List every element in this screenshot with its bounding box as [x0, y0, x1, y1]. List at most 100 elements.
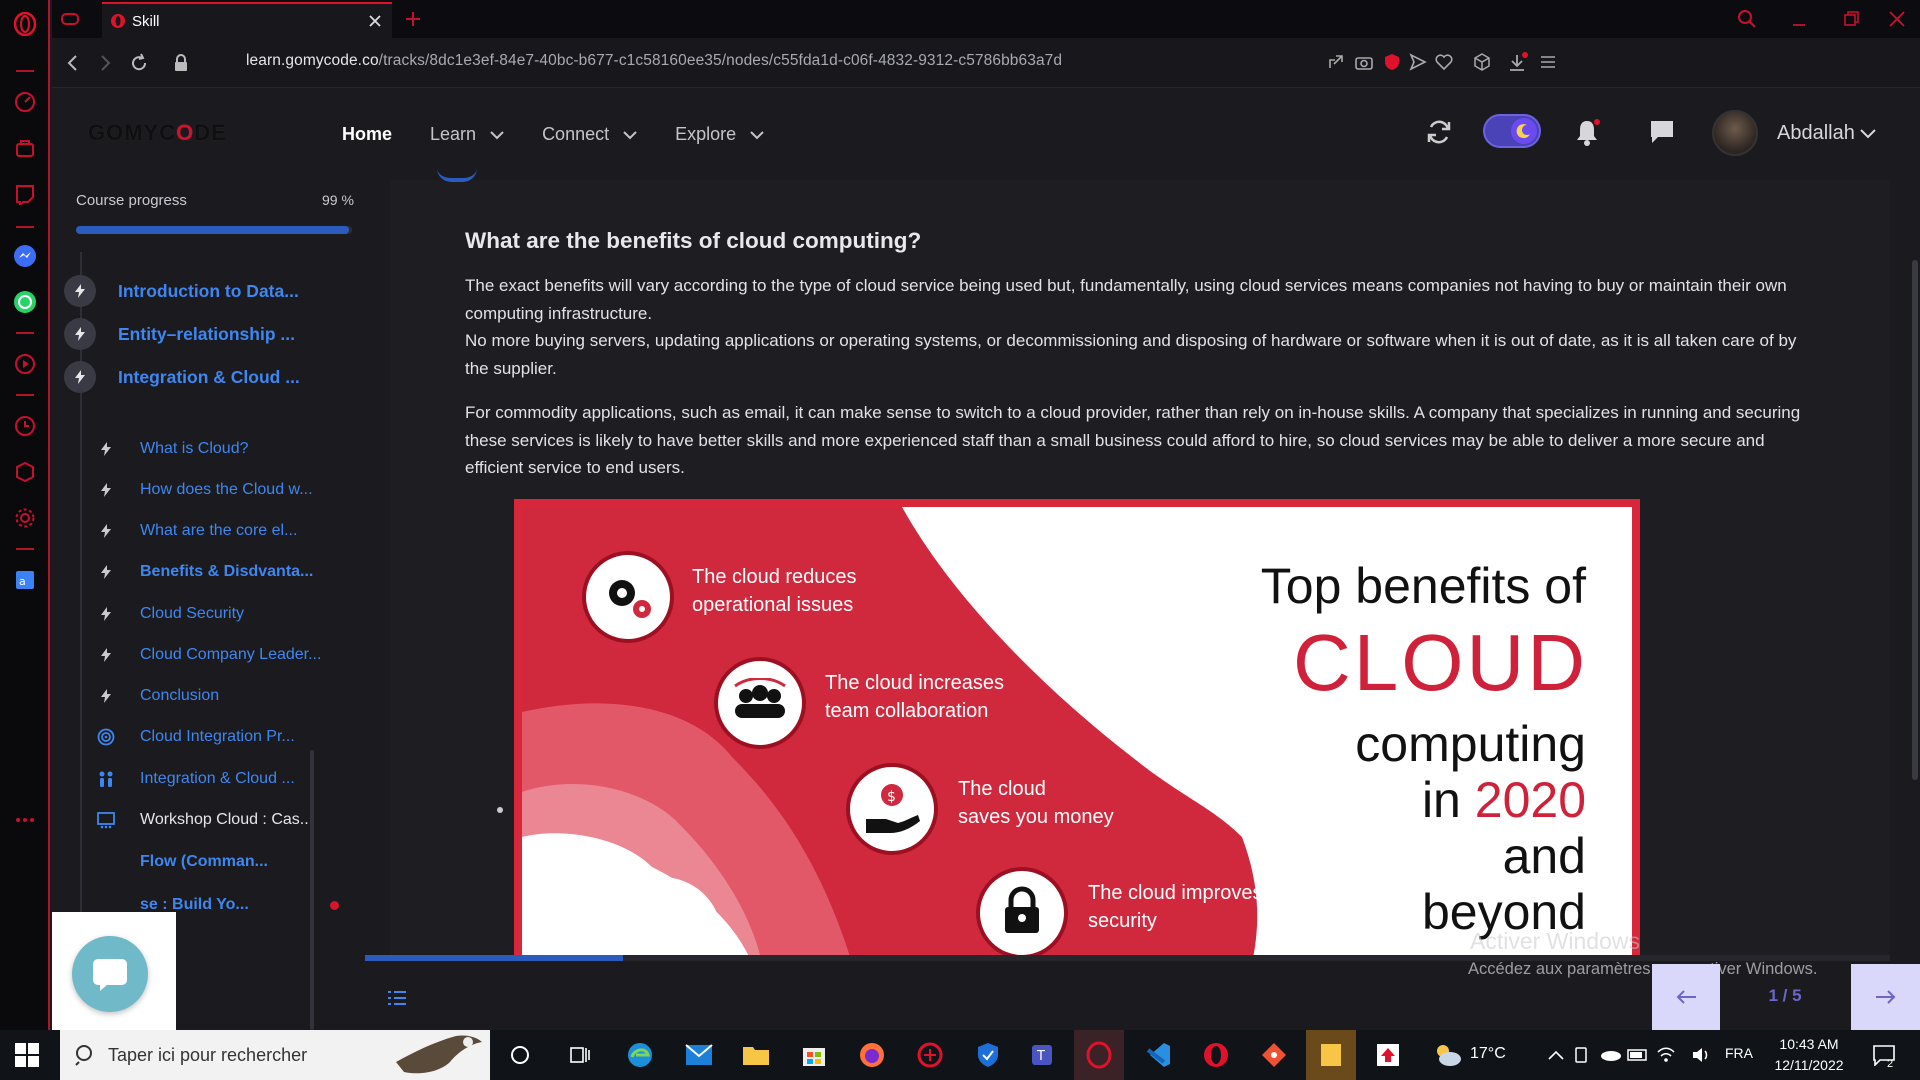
- module-item[interactable]: Integration & Cloud ...: [64, 360, 300, 394]
- edge-icon[interactable]: [624, 1039, 656, 1071]
- tab-close-icon[interactable]: [366, 12, 384, 30]
- clock-date[interactable]: 12/11/2022: [1768, 1057, 1850, 1073]
- lesson-list-icon[interactable]: [387, 989, 407, 1007]
- chat-icon[interactable]: [1648, 118, 1676, 146]
- next-button[interactable]: [1851, 964, 1920, 1030]
- notification-icon[interactable]: [1868, 1039, 1900, 1071]
- volume-icon[interactable]: [1686, 1039, 1718, 1071]
- avatar[interactable]: [1712, 110, 1758, 156]
- progress-value: 99 %: [322, 192, 354, 208]
- opera-gx-taskbar-icon[interactable]: [1074, 1030, 1124, 1080]
- sidebar-scrollbar[interactable]: [310, 750, 314, 1030]
- antivirus-icon[interactable]: [914, 1039, 946, 1071]
- upload-app-icon[interactable]: [1372, 1039, 1404, 1071]
- paragraph: No more buying servers, updating applica…: [465, 331, 1797, 378]
- gx-corner-icon[interactable]: [60, 10, 80, 28]
- git-icon[interactable]: [1258, 1039, 1290, 1071]
- cube-icon[interactable]: [1472, 52, 1494, 74]
- vscode-icon[interactable]: [1142, 1039, 1174, 1071]
- lesson-item[interactable]: How does the Cloud w...: [96, 477, 313, 503]
- send-icon[interactable]: [1408, 52, 1430, 74]
- lesson-item[interactable]: What are the core el...: [96, 518, 297, 544]
- taskbar-search-input[interactable]: Taper ici pour rechercher: [60, 1030, 490, 1080]
- camera-icon[interactable]: [1354, 52, 1376, 74]
- lesson-item[interactable]: Cloud Integration Pr...: [96, 724, 295, 750]
- opera-logo-icon[interactable]: [13, 12, 37, 36]
- sync-icon[interactable]: [1425, 118, 1453, 146]
- previous-button[interactable]: [1652, 964, 1720, 1030]
- weather-cloud-icon[interactable]: [1432, 1039, 1464, 1071]
- url-field[interactable]: learn.gomycode.co/tracks/8dc1e3ef-84e7-4…: [246, 52, 1062, 70]
- lock-icon[interactable]: [170, 52, 192, 74]
- minimize-icon[interactable]: [1788, 8, 1810, 30]
- lesson-item[interactable]: Cloud Security: [96, 601, 244, 627]
- cortana-icon[interactable]: [504, 1039, 536, 1071]
- history-icon[interactable]: [13, 414, 37, 438]
- lesson-item[interactable]: Integration & Cloud ...: [96, 766, 295, 792]
- task-view-icon[interactable]: [564, 1039, 596, 1071]
- sticky-app-icon[interactable]: [1306, 1030, 1356, 1080]
- easy-setup-icon[interactable]: [1538, 52, 1560, 74]
- nav-home[interactable]: Home: [342, 124, 392, 145]
- opera-icon[interactable]: [1200, 1039, 1232, 1071]
- back-icon[interactable]: [62, 52, 84, 74]
- heart-icon[interactable]: [1434, 52, 1456, 74]
- settings-gear-icon[interactable]: [13, 506, 37, 530]
- lightning-icon: [101, 648, 111, 662]
- share-icon[interactable]: [1326, 52, 1348, 74]
- lesson-item[interactable]: Cloud Company Leader...: [96, 642, 321, 668]
- lesson-item[interactable]: Flow (Comman...: [96, 849, 268, 875]
- download-icon[interactable]: [1506, 52, 1528, 74]
- windows-start-icon[interactable]: [14, 1042, 40, 1068]
- new-tab-icon[interactable]: [402, 8, 424, 30]
- store-icon[interactable]: [798, 1039, 830, 1071]
- tab-skill[interactable]: Skill: [102, 2, 392, 38]
- module-item[interactable]: Entity–relationship ...: [64, 317, 295, 351]
- twitch-icon[interactable]: [13, 182, 37, 206]
- cloud-benefits-infographic: The cloud reduces operational issues The …: [514, 499, 1640, 955]
- player-icon[interactable]: [13, 352, 37, 376]
- adblock-shield-icon[interactable]: [1382, 52, 1404, 74]
- messenger-icon[interactable]: [13, 244, 37, 268]
- reload-icon[interactable]: [128, 52, 150, 74]
- moon-icon: [1516, 124, 1530, 139]
- file-explorer-icon[interactable]: [740, 1039, 772, 1071]
- restore-icon[interactable]: [1840, 8, 1862, 30]
- nav-connect[interactable]: Connect: [542, 124, 637, 145]
- clock-time[interactable]: 10:43 AM: [1774, 1036, 1844, 1052]
- defender-icon[interactable]: [972, 1039, 1004, 1071]
- more-icon[interactable]: [13, 808, 37, 832]
- lesson-item-current[interactable]: Benefits & Disdvanta...: [96, 559, 313, 585]
- lightning-icon: [101, 524, 111, 538]
- gomycode-logo[interactable]: GOMYCODE: [88, 120, 227, 146]
- nav-explore[interactable]: Explore: [675, 124, 764, 145]
- extensions-icon[interactable]: [13, 460, 37, 484]
- chevron-down-icon[interactable]: [1860, 128, 1876, 140]
- opera-sidebar: a: [0, 0, 50, 1030]
- mail-icon[interactable]: [683, 1039, 715, 1071]
- language-indicator[interactable]: FRA: [1725, 1045, 1753, 1061]
- speed-dial-icon[interactable]: [13, 90, 37, 114]
- module-item[interactable]: Introduction to Data...: [64, 274, 299, 308]
- chat-launcher-button[interactable]: [72, 936, 148, 1012]
- wifi-icon[interactable]: [1650, 1039, 1682, 1071]
- teams-icon[interactable]: T: [1028, 1039, 1060, 1071]
- theme-toggle[interactable]: [1483, 114, 1541, 148]
- translate-icon[interactable]: a: [13, 568, 37, 592]
- username[interactable]: Abdallah: [1777, 122, 1855, 145]
- close-window-icon[interactable]: [1886, 8, 1908, 30]
- nav-learn[interactable]: Learn: [430, 124, 504, 145]
- bell-icon[interactable]: [1572, 118, 1602, 148]
- lesson-item[interactable]: Conclusion: [96, 683, 219, 709]
- whatsapp-icon[interactable]: [13, 290, 37, 314]
- weather-temp[interactable]: 17°C: [1470, 1045, 1506, 1063]
- shopping-icon[interactable]: [13, 136, 37, 160]
- infographic-title: Top benefits of: [1260, 558, 1586, 614]
- firefox-icon[interactable]: [856, 1039, 888, 1071]
- forward-icon[interactable]: [94, 52, 116, 74]
- activation-watermark: Accédez aux paramètres pour activer Wind…: [1468, 960, 1818, 978]
- content-scrollbar[interactable]: [1912, 260, 1918, 780]
- lesson-item[interactable]: Workshop Cloud : Cas...: [96, 807, 313, 833]
- lesson-item[interactable]: What is Cloud?: [96, 436, 249, 462]
- search-tabs-icon[interactable]: [1736, 8, 1758, 30]
